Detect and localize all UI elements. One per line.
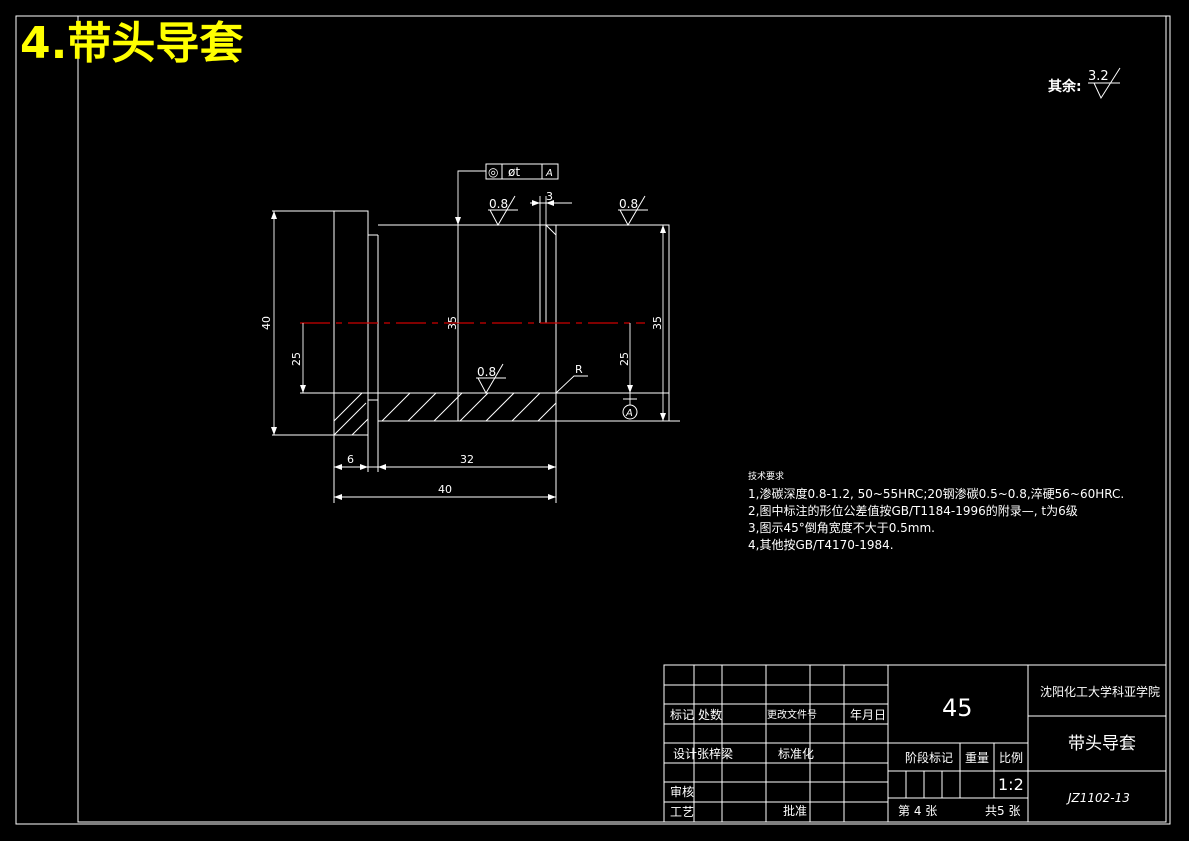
- tb-scale-value: 1:2: [998, 775, 1024, 794]
- tb-material: 45: [942, 694, 973, 722]
- tb-part-name: 带头导套: [1068, 734, 1136, 754]
- tb-designer-name: 张梓梁: [697, 746, 733, 761]
- tolerance-value: øt: [508, 165, 520, 179]
- tb-label-date: 年月日: [850, 708, 886, 722]
- dimension-lines: [273, 170, 664, 498]
- dim-height-lower-right: 25: [618, 352, 631, 366]
- tb-label-mark: 标记: [670, 708, 694, 722]
- dim-width-total: 40: [438, 483, 452, 496]
- drawing-sheet: 4.带头导套 其余: 3.2 40 25 35 25 35 6 32 40 3 …: [15, 15, 1171, 825]
- tb-sheet-total: 共5 张: [985, 804, 1020, 818]
- tech-heading: 技术要求: [748, 470, 784, 482]
- dim-height-lower-left: 25: [290, 352, 303, 366]
- roughness-value: 0.8: [477, 365, 496, 379]
- datum-label: A: [625, 408, 633, 419]
- general-roughness-note: 其余: 3.2: [1048, 67, 1121, 100]
- tb-label-approve: 批准: [783, 803, 807, 818]
- page-title: 4.带头导套: [20, 18, 243, 69]
- dim-width-body: 32: [460, 453, 474, 466]
- section-hatch: [333, 392, 557, 436]
- tb-label-review: 审核: [670, 784, 694, 799]
- tech-item: 1,渗碳深度0.8-1.2, 50~55HRC;20钢渗碳0.5~0.8,淬硬5…: [748, 486, 1124, 501]
- tech-item: 3,图示45°倒角宽度不大于0.5mm.: [748, 520, 935, 535]
- tech-requirements: 技术要求 1,渗碳深度0.8-1.2, 50~55HRC;20钢渗碳0.5~0.…: [748, 470, 1124, 552]
- roughness-note-value: 3.2: [1088, 69, 1109, 84]
- tolerance-datum: A: [545, 168, 553, 179]
- tb-weight-label: 重量: [965, 751, 989, 765]
- tb-stage-label: 阶段标记: [905, 750, 953, 765]
- dim-height-bore-right: 35: [651, 316, 664, 330]
- tech-item: 4,其他按GB/T4170-1984.: [748, 538, 894, 552]
- coaxiality-icon: ◎: [488, 165, 498, 179]
- roughness-value: 0.8: [489, 197, 508, 211]
- tb-label-count: 处数: [698, 707, 722, 722]
- roughness-value: 0.8: [619, 197, 638, 211]
- tb-drawing-number: JZ1102-13: [1066, 791, 1130, 805]
- tb-label-design: 设计: [673, 747, 697, 761]
- tb-sheet-no: 第 4 张: [898, 804, 937, 818]
- tb-scale-label: 比例: [999, 751, 1023, 765]
- tb-label-process: 工艺: [670, 805, 694, 819]
- inner-border: [77, 15, 1167, 823]
- dim-height-total: 40: [260, 316, 273, 330]
- dim-height-bore-left: 35: [446, 316, 459, 330]
- tb-school: 沈阳化工大学科亚学院: [1040, 684, 1160, 699]
- outer-border: [15, 15, 1171, 825]
- dim-radius: R: [575, 363, 583, 376]
- tb-label-standard: 标准化: [778, 747, 814, 761]
- dim-width-flange: 6: [347, 453, 354, 466]
- tb-label-change-doc: 更改文件号: [767, 708, 817, 721]
- roughness-note-label: 其余:: [1048, 78, 1082, 95]
- tech-item: 2,图中标注的形位公差值按GB/T1184-1996的附录—, t为6级: [748, 503, 1078, 518]
- tolerance-frame: ◎ øt A: [485, 163, 559, 180]
- dim-groove-width: 3: [546, 190, 553, 203]
